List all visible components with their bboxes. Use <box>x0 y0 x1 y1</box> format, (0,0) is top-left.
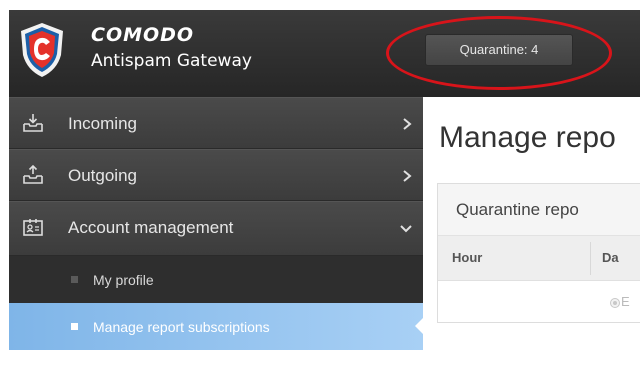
panel-header: Quarantine repo <box>438 184 640 236</box>
sidebar-subitem-manage-report-subscriptions[interactable]: Manage report subscriptions <box>9 303 423 350</box>
page-title: Manage repo <box>439 121 616 154</box>
inbox-download-icon <box>23 114 43 132</box>
column-header-hour: Hour <box>452 250 483 265</box>
sidebar-item-account-management[interactable]: Account management <box>9 201 423 256</box>
brand-name: COMODO <box>91 24 195 46</box>
panel-title: Quarantine repo <box>456 200 579 219</box>
radio-label: E <box>621 294 630 309</box>
sidebar-subitem-label: Manage report subscriptions <box>93 319 270 335</box>
sidebar-item-label: Outgoing <box>68 166 137 185</box>
inbox-upload-icon <box>23 165 43 184</box>
app-header: COMODO Antispam Gateway Quarantine: 4 <box>9 10 640 97</box>
sidebar-item-outgoing[interactable]: Outgoing <box>9 149 423 201</box>
sidebar-subitem-my-profile[interactable]: My profile <box>9 256 423 303</box>
account-management-submenu: My profile Manage report subscriptions <box>9 256 423 350</box>
main-content: Manage repo Quarantine repo Hour Da E <box>423 97 640 350</box>
bullet-icon <box>71 323 78 330</box>
sidebar-item-label: Incoming <box>68 114 137 133</box>
sidebar-item-incoming[interactable]: Incoming <box>9 97 423 149</box>
active-pointer-icon <box>415 318 423 334</box>
column-header-day: Da <box>602 250 619 265</box>
chevron-right-icon <box>403 170 412 182</box>
comodo-shield-logo-icon <box>21 23 63 77</box>
sidebar: Incoming Outgoing Account management My … <box>9 97 423 350</box>
sidebar-item-label: Account management <box>68 218 234 237</box>
brand-product-name: Antispam Gateway <box>91 51 252 71</box>
quarantine-button[interactable]: Quarantine: 4 <box>425 34 573 66</box>
chevron-down-icon <box>400 225 412 233</box>
app-window: COMODO Antispam Gateway Quarantine: 4 In… <box>9 10 640 350</box>
table-header: Hour Da <box>438 236 640 281</box>
bullet-icon <box>71 276 78 283</box>
radio-button[interactable] <box>610 298 620 308</box>
chevron-right-icon <box>403 118 412 130</box>
quarantine-report-panel: Quarantine repo Hour Da E <box>437 183 640 323</box>
column-divider <box>590 242 591 275</box>
sidebar-subitem-label: My profile <box>93 272 154 288</box>
account-card-icon <box>23 219 43 236</box>
